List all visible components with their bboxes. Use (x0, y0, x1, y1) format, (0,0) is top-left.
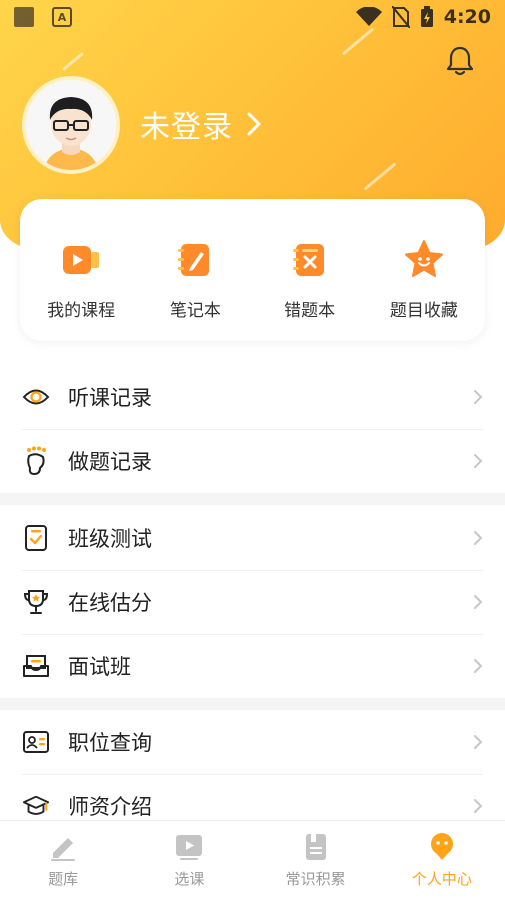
menu-item-label: 职位查询 (68, 731, 152, 755)
notification-square-icon (14, 7, 34, 27)
tab-label: 选课 (174, 870, 205, 888)
star-favorite-icon (404, 239, 443, 277)
chevron-right-icon (247, 112, 261, 136)
chevron-right-icon (474, 595, 483, 609)
chevron-right-icon (474, 531, 483, 545)
checklist-icon (22, 524, 50, 552)
tab-question-bank[interactable]: 题库 (0, 821, 126, 900)
menu-item-class-test[interactable]: 班级测试 (0, 506, 505, 570)
menu-item-label: 听课记录 (68, 386, 152, 410)
tab-label: 常识积累 (285, 870, 346, 888)
status-time: 4:20 (443, 6, 491, 28)
tab-personal-center[interactable]: 个人中心 (379, 821, 505, 900)
chevron-right-icon (474, 390, 483, 404)
chevron-right-icon (474, 799, 483, 813)
chevron-right-icon (474, 454, 483, 468)
header-decoration (363, 162, 397, 191)
section-divider (0, 493, 505, 505)
quick-action-label: 我的课程 (47, 300, 116, 321)
quick-actions-card: 我的课程 笔记本 错题本 题目收藏 (20, 199, 485, 341)
quick-action-my-courses[interactable]: 我的课程 (26, 238, 136, 321)
graduation-cap-icon (22, 792, 50, 820)
pencil-icon (51, 838, 76, 861)
menu-item-listening-record[interactable]: 听课记录 (0, 365, 505, 429)
quick-action-notebook[interactable]: 笔记本 (140, 238, 250, 321)
quick-action-label: 题目收藏 (389, 300, 458, 321)
person-icon (430, 833, 453, 860)
menu-item-label: 面试班 (68, 655, 131, 679)
quick-action-label: 笔记本 (169, 300, 221, 321)
tab-courses[interactable]: 选课 (126, 821, 252, 900)
menu-item-interview-class[interactable]: 面试班 (0, 634, 505, 698)
user-avatar-icon (26, 80, 116, 170)
section-divider (0, 698, 505, 710)
menu-item-label: 师资介绍 (68, 795, 152, 819)
menu-item-label: 在线估分 (68, 591, 152, 615)
a-icon: A (52, 7, 72, 27)
video-course-icon (63, 245, 100, 274)
login-status-text: 未登录 (140, 110, 233, 145)
book-icon (305, 834, 326, 860)
bell-icon[interactable] (445, 44, 475, 78)
menu-group-tests: 班级测试 在线估分 面试班 (0, 506, 505, 698)
quick-action-favorites[interactable]: 题目收藏 (369, 238, 479, 321)
wrong-answer-book-icon (292, 243, 324, 276)
menu-item-label: 做题记录 (68, 450, 152, 474)
inbox-icon (22, 652, 50, 680)
notebook-pen-icon (178, 243, 210, 276)
menu-item-label: 班级测试 (68, 527, 152, 551)
status-bar: A 4:20 (0, 0, 505, 34)
wifi-icon (355, 7, 382, 26)
no-sim-icon (391, 6, 410, 28)
menu-item-position-query[interactable]: 职位查询 (0, 710, 505, 774)
quick-action-label: 错题本 (284, 300, 336, 321)
battery-charging-icon (420, 6, 433, 27)
menu-group-info: 职位查询 师资介绍 (0, 710, 505, 838)
menu-group-records: 听课记录 做题记录 (0, 365, 505, 493)
login-button[interactable]: 未登录 (140, 102, 261, 146)
tab-label: 题库 (48, 870, 79, 888)
menu-item-practice-record[interactable]: 做题记录 (0, 429, 505, 493)
avatar[interactable] (22, 76, 120, 174)
play-icon (176, 835, 203, 860)
chevron-right-icon (474, 735, 483, 749)
tab-label: 个人中心 (411, 870, 472, 888)
chevron-right-icon (474, 659, 483, 673)
trophy-icon (22, 588, 50, 616)
menu-item-online-score[interactable]: 在线估分 (0, 570, 505, 634)
id-card-icon (22, 728, 50, 756)
quick-action-wrong-book[interactable]: 错题本 (255, 238, 365, 321)
footprint-icon (22, 446, 50, 476)
eye-icon (22, 383, 50, 411)
tab-knowledge[interactable]: 常识积累 (253, 821, 379, 900)
header-decoration (62, 51, 84, 72)
bottom-tab-bar: 题库 选课 常识积累 个人中心 (0, 820, 505, 900)
